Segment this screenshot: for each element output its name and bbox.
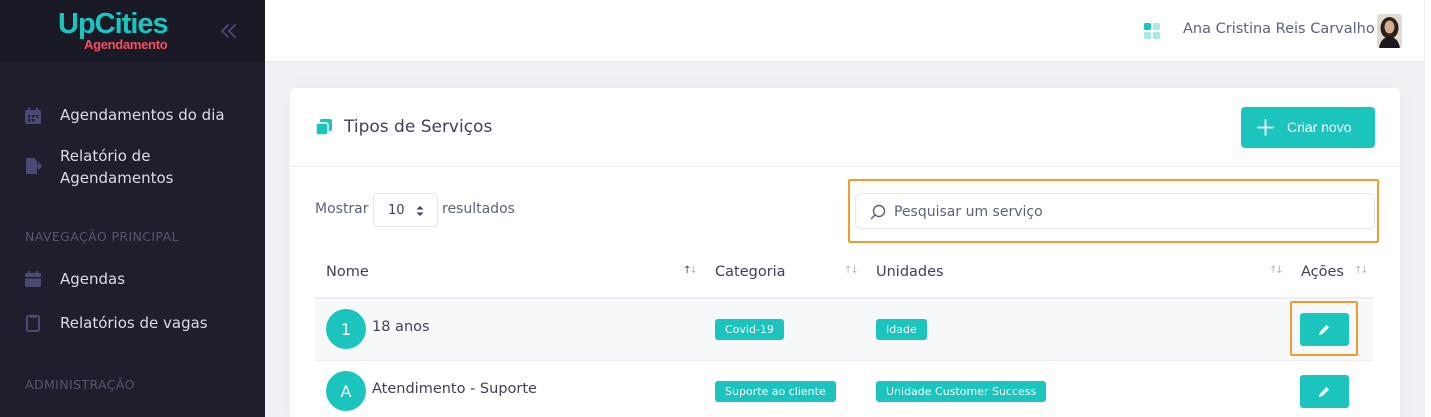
create-new-label: Criar novo [1287, 119, 1352, 135]
column-header-acoes[interactable]: Ações [1301, 264, 1344, 280]
show-label: Mostrar [315, 201, 369, 217]
page-title: Tipos de Serviços [344, 117, 493, 137]
sidebar-item-label: Relatório de Agendamentos [60, 147, 174, 187]
page-size-select[interactable]: 10 [373, 193, 438, 227]
calendar-icon [25, 107, 41, 124]
section-title-navegacao: NAVEGAÇÃO PRINCIPAL [25, 229, 179, 244]
search-input[interactable] [894, 201, 1364, 223]
sidebar-item-agendamentos-dia[interactable]: Agendamentos do dia [0, 104, 265, 126]
category-badge: Suporte ao cliente [715, 381, 836, 402]
create-new-button[interactable]: Criar novo [1241, 107, 1375, 148]
sidebar-item-relatorios-vagas[interactable]: Relatórios de vagas [0, 312, 265, 334]
calendar-icon [25, 270, 41, 287]
clipboard-icon [26, 314, 40, 332]
sort-icon[interactable]: ↑↓ [844, 265, 859, 276]
apps-grid-icon[interactable] [1144, 23, 1160, 39]
page-scrollbar[interactable] [1424, 0, 1431, 417]
row-initial: A [326, 371, 366, 411]
row-initial: 1 [326, 309, 366, 349]
column-header-unidades[interactable]: Unidades [876, 264, 944, 280]
sidebar-item-label: Relatórios de vagas [60, 314, 208, 332]
category-badge: Covid-19 [715, 319, 784, 340]
double-chevron-left-icon[interactable] [219, 22, 239, 40]
sort-icon[interactable]: ↑↓ [683, 265, 698, 276]
edit-button[interactable] [1300, 375, 1349, 408]
unit-badge: Idade [876, 319, 927, 340]
search-box[interactable] [855, 193, 1375, 229]
sort-icon[interactable]: ↑↓ [1269, 265, 1284, 276]
pencil-icon [1319, 387, 1329, 397]
logo-name: UpCities [58, 8, 169, 40]
row-name: Atendimento - Suporte [372, 381, 537, 397]
search-icon [870, 204, 886, 220]
select-arrows-icon [416, 206, 424, 216]
sidebar-item-agendas[interactable]: Agendas [0, 268, 265, 290]
logo-subtitle: Agendamento [84, 37, 168, 52]
card-header: Tipos de Serviços Criar novo [290, 88, 1400, 167]
sidebar-item-label: Agendamentos do dia [60, 106, 225, 124]
sidebar: UpCities Agendamento Agendamentos do dia… [0, 0, 265, 417]
table-row: 1 18 anos Covid-19 Idade [315, 299, 1373, 360]
results-label: resultados [442, 201, 515, 217]
layers-icon [315, 119, 332, 136]
sidebar-item-label: Agendas [60, 270, 126, 288]
column-header-categoria[interactable]: Categoria [715, 264, 786, 280]
brand-area: UpCities Agendamento [0, 0, 265, 62]
row-name: 18 anos [372, 319, 430, 335]
avatar[interactable] [1377, 14, 1402, 48]
edit-highlight [1290, 301, 1358, 356]
logo[interactable]: UpCities Agendamento [58, 8, 178, 52]
page-size-value: 10 [388, 203, 405, 218]
user-name[interactable]: Ana Cristina Reis Carvalho [1183, 21, 1375, 37]
services-card: Tipos de Serviços Criar novo Mostrar 10 … [290, 88, 1400, 417]
sort-icon[interactable]: ↑↓ [1354, 265, 1369, 276]
plus-icon [1257, 119, 1274, 136]
unit-badge: Unidade Customer Success [876, 381, 1047, 402]
column-header-nome[interactable]: Nome [326, 264, 369, 280]
file-export-icon [26, 158, 42, 174]
section-title-administracao: ADMINISTRAÇÃO [25, 377, 135, 392]
sidebar-item-relatorio-agendamentos[interactable]: Relatório de Agendamentos [0, 145, 265, 189]
table-row: A Atendimento - Suporte Suporte ao clien… [315, 361, 1373, 417]
user-photo-icon [1377, 14, 1402, 48]
